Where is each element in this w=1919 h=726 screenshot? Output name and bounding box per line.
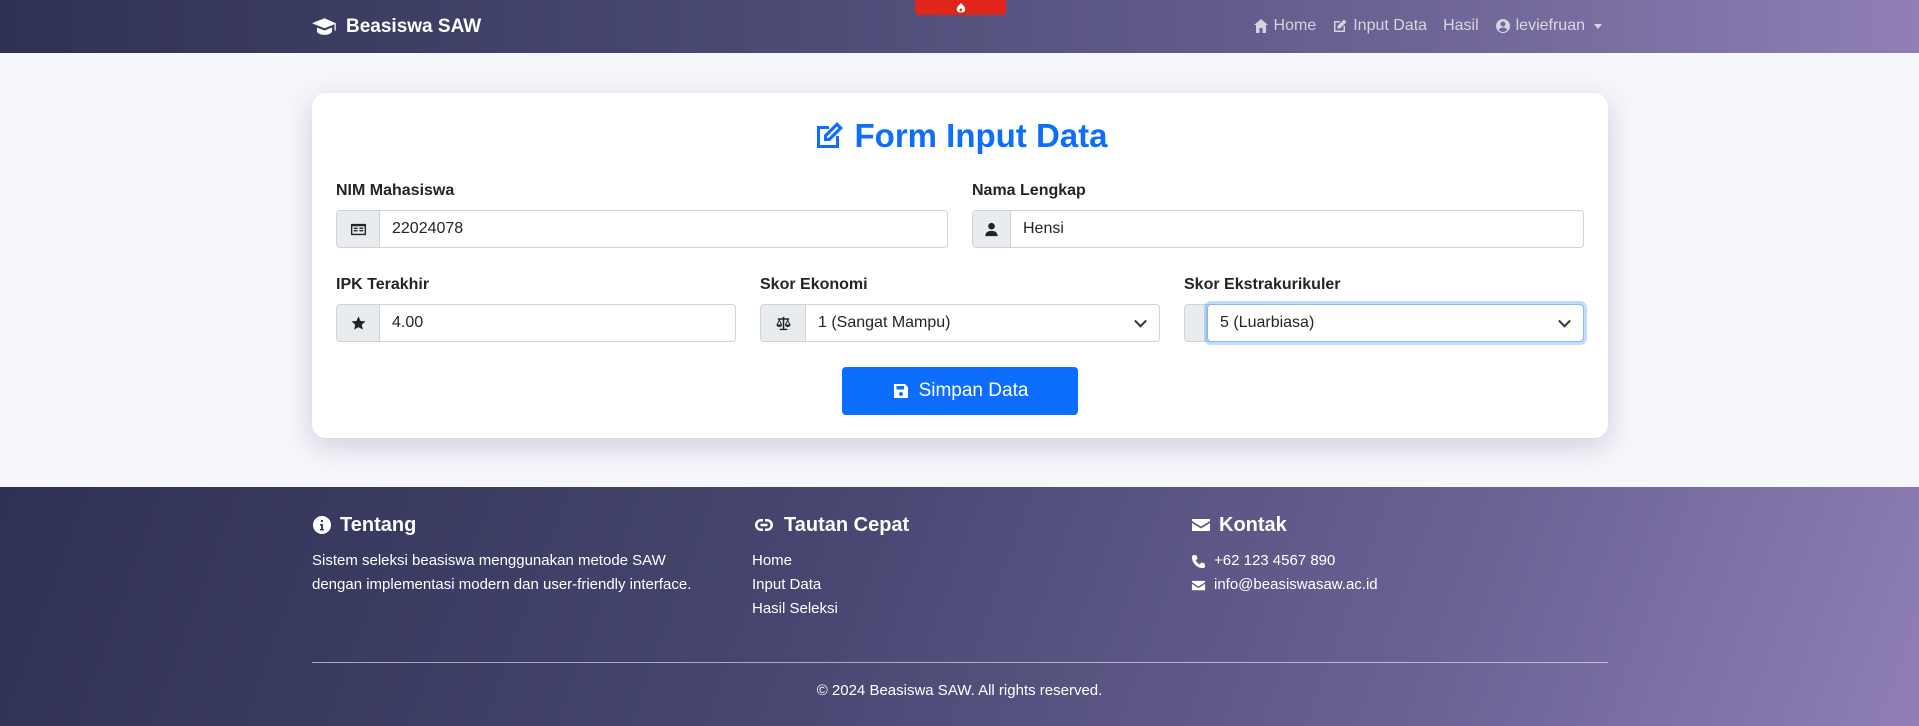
footer-links-title: Tautan Cepat (784, 513, 910, 536)
footer-link-home[interactable]: Home (752, 549, 909, 573)
nav-hasil-label: Hasil (1443, 17, 1479, 34)
nama-label: Nama Lengkap (972, 182, 1086, 199)
form-title: Form Input Data (312, 117, 1608, 155)
footer-contact-list: +62 123 4567 890 info@beasiswasaw.ac.id (1191, 549, 1378, 597)
chevron-down-icon (1594, 23, 1602, 29)
form-card: Form Input Data NIM Mahasiswa 22024078 N… (312, 93, 1608, 438)
ekonomi-select[interactable]: 1 (Sangat Mampu) (806, 305, 1159, 341)
chevron-down-icon (1558, 314, 1571, 328)
brand-name: Beasiswa SAW (346, 16, 482, 37)
save-button-label: Simpan Data (918, 380, 1029, 401)
nim-input[interactable]: 22024078 (380, 211, 947, 247)
form-title-text: Form Input Data (854, 117, 1108, 154)
balance-scale-icon (775, 316, 791, 330)
save-icon (893, 384, 908, 398)
contact-phone: +62 123 4567 890 (1191, 549, 1378, 573)
ekstra-label: Skor Ekstrakurikuler (1184, 276, 1341, 293)
ekonomi-selected-value: 1 (Sangat Mampu) (818, 314, 951, 331)
user-circle-icon (1495, 19, 1510, 33)
footer-contact: Kontak +62 123 4567 890 info@beasiswasaw… (1191, 511, 1378, 597)
save-button[interactable]: Simpan Data (842, 367, 1078, 415)
footer-link-input-data[interactable]: Input Data (752, 573, 909, 597)
nav-input-data[interactable]: Input Data (1332, 17, 1427, 35)
footer-about-line1: Sistem seleksi beasiswa menggunakan meto… (312, 552, 666, 569)
ipk-field[interactable]: 4.00 (336, 304, 736, 342)
top-banner-tab[interactable] (915, 0, 1006, 15)
ekstra-select[interactable]: 5 (Luarbiasa) (1207, 304, 1584, 342)
footer-about-title: Tentang (340, 513, 417, 536)
footer: Tentang Sistem seleksi beasiswa mengguna… (0, 487, 1919, 726)
ekonomi-field[interactable]: 1 (Sangat Mampu) (760, 304, 1160, 342)
star-icon (351, 315, 365, 330)
nav-hasil[interactable]: Hasil (1443, 17, 1479, 35)
link-icon (755, 519, 773, 531)
edit-icon (1334, 19, 1347, 32)
graduation-cap-icon (312, 18, 336, 35)
contact-phone-text: +62 123 4567 890 (1214, 552, 1336, 569)
user-dropdown[interactable]: leviefruan (1495, 17, 1602, 35)
footer-links-list: Home Input Data Hasil Seleksi (752, 549, 909, 621)
nim-addon (337, 211, 380, 247)
footer-about-heading: Tentang (312, 511, 691, 539)
footer-link-hasil-seleksi[interactable]: Hasil Seleksi (752, 597, 909, 621)
contact-email-text[interactable]: info@beasiswasaw.ac.id (1214, 573, 1378, 597)
footer-about: Tentang Sistem seleksi beasiswa mengguna… (312, 511, 691, 597)
info-circle-icon (313, 516, 332, 534)
ekonomi-label: Skor Ekonomi (760, 276, 868, 293)
navbar: Beasiswa SAW Home Input Data Hasil levie… (0, 0, 1919, 53)
nim-label: NIM Mahasiswa (336, 182, 455, 199)
copyright-text: © 2024 Beasiswa SAW. All rights reserved… (816, 682, 1103, 699)
footer-contact-heading: Kontak (1191, 511, 1378, 539)
ekonomi-addon (761, 305, 806, 341)
nim-field[interactable]: 22024078 (336, 210, 948, 248)
ipk-input[interactable]: 4.00 (380, 305, 735, 341)
footer-links: Tautan Cepat Home Input Data Hasil Selek… (752, 511, 909, 621)
footer-divider (312, 662, 1608, 663)
chevron-down-icon (1134, 314, 1147, 328)
ekstra-selected-value: 5 (Luarbiasa) (1220, 314, 1315, 331)
nav-home[interactable]: Home (1253, 17, 1317, 35)
contact-email: info@beasiswasaw.ac.id (1191, 573, 1378, 597)
id-card-icon (350, 223, 366, 235)
username-label: leviefruan (1515, 17, 1585, 34)
footer-contact-title: Kontak (1219, 513, 1287, 536)
ekstra-addon (1185, 305, 1207, 341)
brand-logo[interactable]: Beasiswa SAW (312, 14, 481, 40)
home-icon (1253, 19, 1268, 33)
nav-menu: Home Input Data Hasil leviefruan (1253, 15, 1602, 37)
nama-field[interactable]: Hensi (972, 210, 1584, 248)
footer-links-heading: Tautan Cepat (752, 511, 909, 539)
user-icon (985, 222, 998, 236)
nav-home-label: Home (1273, 17, 1317, 34)
nav-input-data-label: Input Data (1353, 17, 1428, 34)
ipk-addon (337, 305, 380, 341)
nama-addon (973, 211, 1011, 247)
footer-about-text: Sistem seleksi beasiswa menggunakan meto… (312, 549, 691, 597)
phone-icon (1191, 554, 1206, 568)
flame-icon (956, 2, 965, 12)
ipk-label: IPK Terakhir (336, 276, 430, 293)
envelope-icon (1192, 519, 1210, 531)
ekstra-field[interactable]: 5 (Luarbiasa) (1184, 304, 1584, 342)
edit-icon (816, 122, 843, 148)
footer-about-line2: dengan implementasi modern dan user-frie… (312, 576, 692, 593)
nama-input[interactable]: Hensi (1011, 211, 1583, 247)
envelope-icon (1191, 580, 1206, 590)
